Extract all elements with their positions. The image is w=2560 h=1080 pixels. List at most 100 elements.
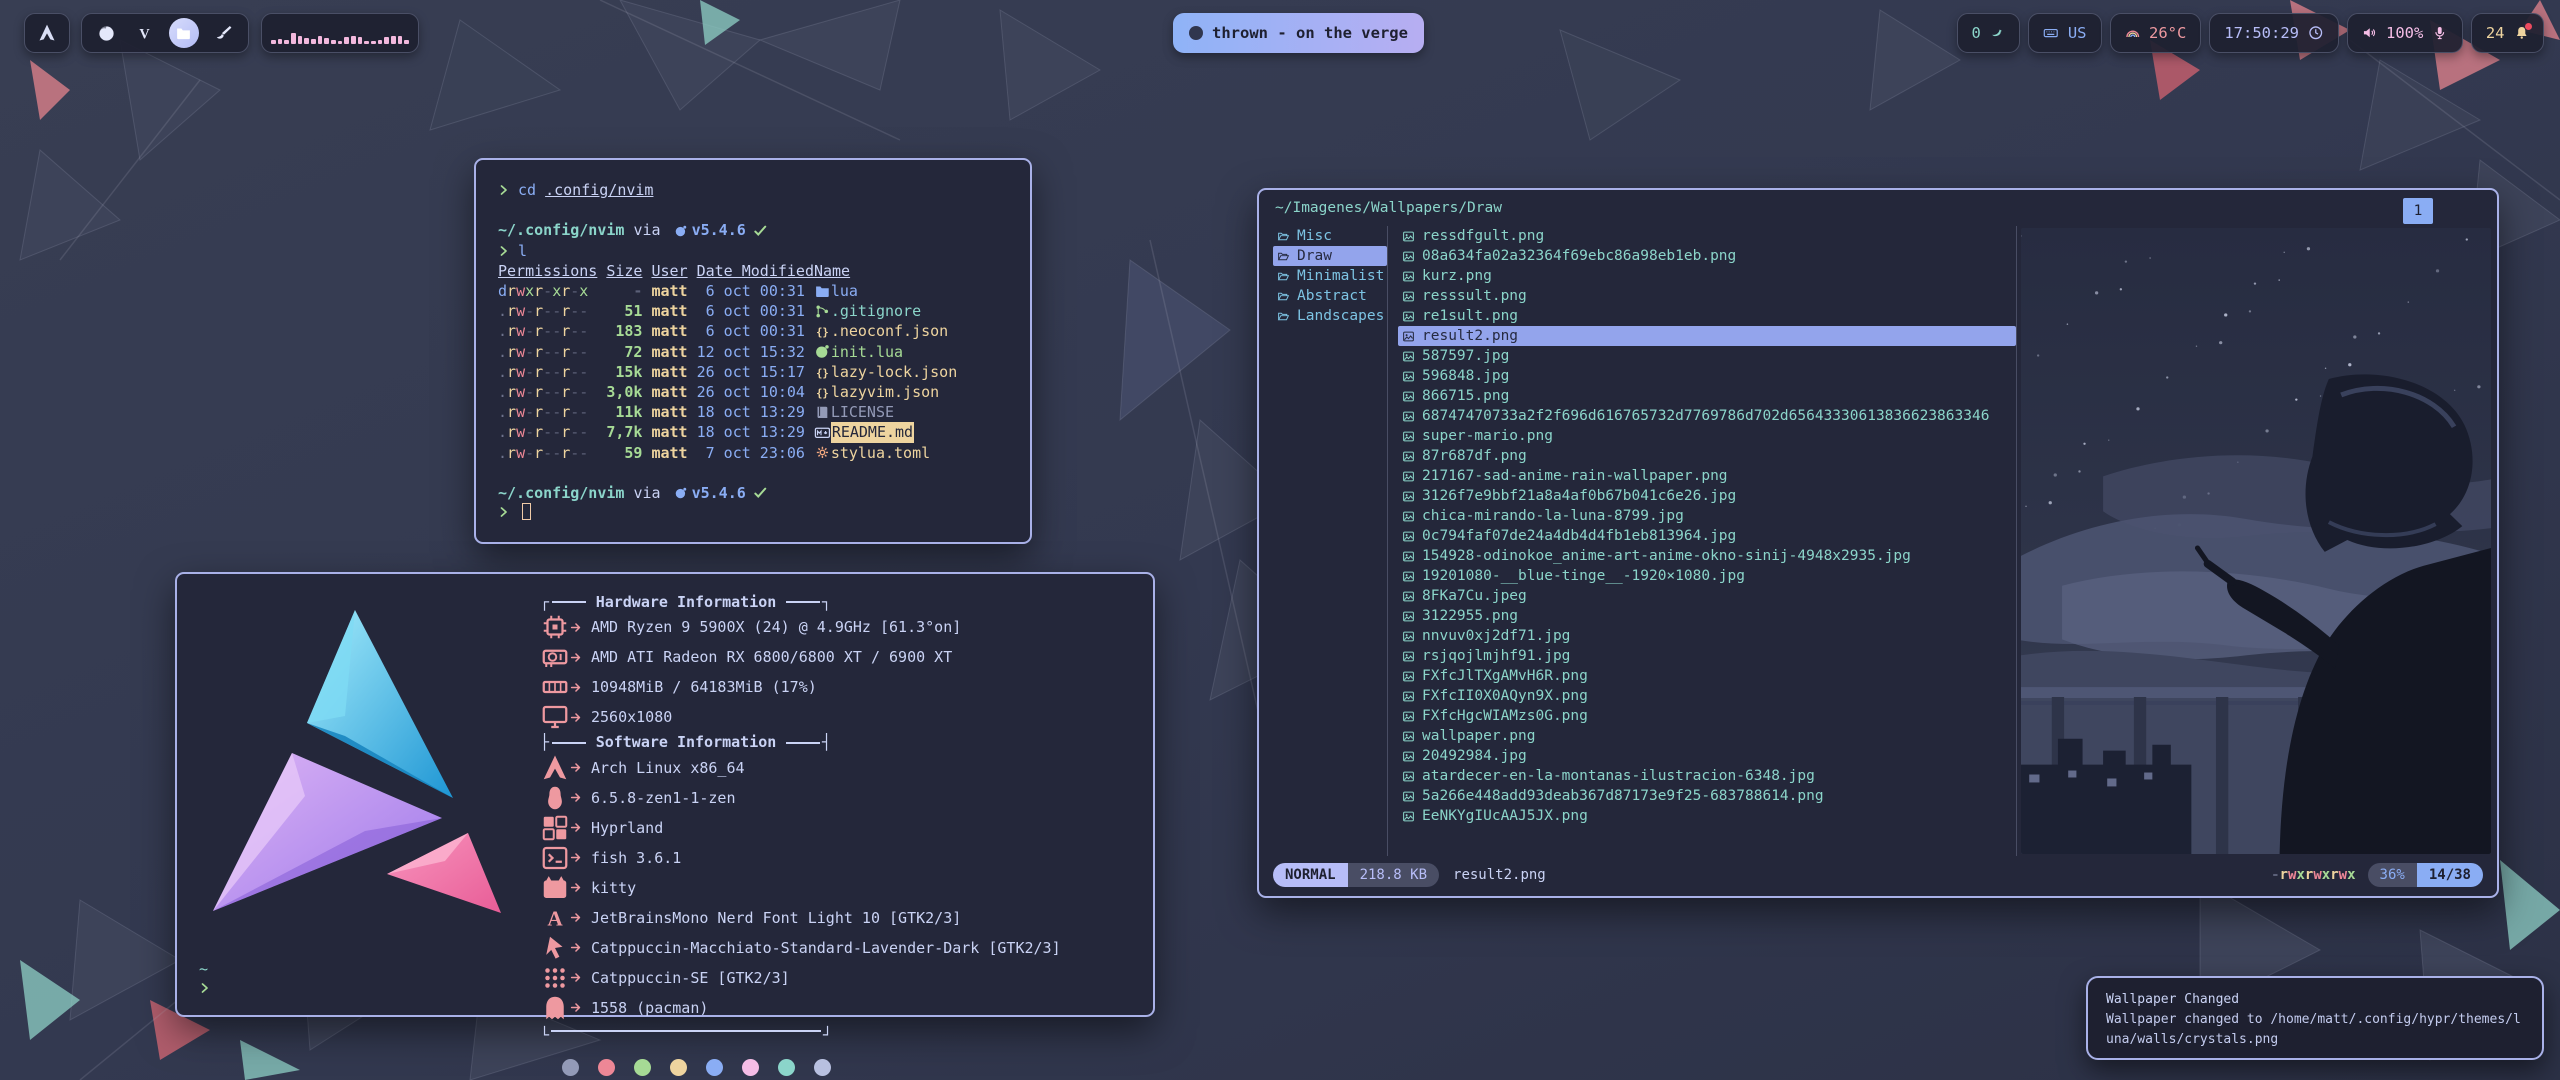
- file-row[interactable]: .rw-r--r--11kmatt18 oct 13:29LICENSE: [498, 402, 1008, 422]
- file-list-item[interactable]: rsjqojlmjhf91.jpg: [1398, 646, 2016, 666]
- visualizer-bar: [318, 36, 323, 44]
- fetch-info-row: 10948MiB / 64183MiB (17%): [540, 672, 1135, 702]
- palette-dot: [814, 1059, 831, 1076]
- file-list-item[interactable]: chica-mirando-la-luna-8799.jpg: [1398, 506, 2016, 526]
- file-list-item[interactable]: ressdfgult.png: [1398, 226, 2016, 246]
- file-list-item[interactable]: 866715.png: [1398, 386, 2016, 406]
- file-row[interactable]: drwxr-xr-x-matt 6 oct 00:31lua: [498, 281, 1008, 301]
- file-row[interactable]: .rw-r--r--51matt 6 oct 00:31.gitignore: [498, 301, 1008, 321]
- arrow-icon: [570, 1001, 583, 1014]
- image-file-icon: [1402, 570, 1415, 583]
- file-name: re1sult.png: [1422, 308, 1518, 324]
- active-window-title[interactable]: thrown - on the verge: [1173, 13, 1424, 53]
- file-list-item[interactable]: FXfcII0X0AQyn9X.png: [1398, 686, 2016, 706]
- lua-icon: [674, 224, 688, 238]
- file-list-item[interactable]: wallpaper.png: [1398, 726, 2016, 746]
- file-list-item[interactable]: resssult.png: [1398, 286, 2016, 306]
- clock-time: 17:50:29: [2224, 24, 2299, 42]
- fetch-info-row: AMD ATI Radeon RX 6800/6800 XT / 6900 XT: [540, 642, 1135, 672]
- file-row[interactable]: .rw-r--r--7,7kmatt18 oct 13:29README.md: [498, 422, 1008, 442]
- image-file-icon: [1402, 530, 1415, 543]
- folder-label: Minimalist: [1297, 268, 1384, 284]
- arrow-icon: [570, 851, 583, 864]
- file-list-item[interactable]: 0c794faf07de24a4db4d4fb1eb813964.jpg: [1398, 526, 2016, 546]
- file-list-item[interactable]: 20492984.jpg: [1398, 746, 2016, 766]
- app-launcher-button[interactable]: [24, 13, 70, 53]
- sidebar-folder-minimalist[interactable]: Minimalist: [1273, 266, 1387, 286]
- notification-toast[interactable]: Wallpaper Changed Wallpaper changed to /…: [2086, 976, 2544, 1060]
- file-list-item[interactable]: FXfcHgcWIAMzs0G.png: [1398, 706, 2016, 726]
- visualizer-bar: [291, 33, 296, 44]
- weather-widget[interactable]: 26°C: [2110, 13, 2202, 53]
- terminal-window[interactable]: cd .config/nvim ~/.config/nvim via v5.4.…: [474, 158, 1032, 544]
- terminal-color-palette: [562, 1059, 1135, 1076]
- file-list-item[interactable]: 587597.jpg: [1398, 346, 2016, 366]
- file-row[interactable]: .rw-r--r--3,0kmatt26 oct 10:04{}lazyvim.…: [498, 382, 1008, 402]
- visualizer-bar: [311, 39, 316, 44]
- file-list-item[interactable]: 87r687df.png: [1398, 446, 2016, 466]
- svg-text:A: A: [547, 906, 563, 930]
- folder-icon: [1277, 290, 1290, 303]
- image-file-icon: [1402, 610, 1415, 623]
- keyboard-layout-widget[interactable]: US: [2028, 13, 2101, 53]
- terminal-prompt[interactable]: [498, 503, 1008, 520]
- file-list-item[interactable]: 596848.jpg: [1398, 366, 2016, 386]
- file-manager-window[interactable]: ~/Imagenes/Wallpapers/Draw 1 MiscDrawMin…: [1257, 188, 2499, 898]
- sidebar-folder-misc[interactable]: Misc: [1273, 226, 1387, 246]
- file-list-item[interactable]: 154928-odinokoe_anime-art-anime-okno-sin…: [1398, 546, 2016, 566]
- svg-text:{}: {}: [816, 387, 829, 399]
- file-list-item[interactable]: 08a634fa02a32364f69ebc86a98eb1eb.png: [1398, 246, 2016, 266]
- file-list-item[interactable]: 19201080-__blue-tinge__-1920×1080.jpg: [1398, 566, 2016, 586]
- file-list-item[interactable]: atardecer-en-la-montanas-ilustracion-634…: [1398, 766, 2016, 786]
- file-name: 3126f7e9bbf21a8a4af0b67b041c6e26.jpg: [1422, 488, 1736, 504]
- dock-app-firefox[interactable]: [94, 20, 120, 46]
- prompt-path: ~: [199, 959, 211, 979]
- clock-widget[interactable]: 17:50:29: [2209, 13, 2338, 53]
- file-list-item[interactable]: EeNKYgIUcAAJ5JX.png: [1398, 806, 2016, 826]
- fetch-window[interactable]: ┌Hardware Information┐AMD Ryzen 9 5900X …: [175, 572, 1155, 1017]
- file-list-item[interactable]: 217167-sad-anime-rain-wallpaper.png: [1398, 466, 2016, 486]
- volume-widget[interactable]: 100%: [2347, 13, 2463, 53]
- folder-icon: [1277, 230, 1290, 243]
- fetch-shell-prompt[interactable]: ~: [199, 959, 211, 999]
- file-row[interactable]: .rw-r--r--183matt 6 oct 00:31{}.neoconf.…: [498, 321, 1008, 341]
- visualizer-bar: [298, 36, 303, 44]
- file-row[interactable]: .rw-r--r--72matt12 oct 15:32init.lua: [498, 342, 1008, 362]
- file-name: nnvuv0xj2df71.jpg: [1422, 628, 1570, 644]
- file-list-item[interactable]: FXfcJlTXgAMvH6R.png: [1398, 666, 2016, 686]
- file-list-item[interactable]: 5a266e448add93deab367d87173e9f25-6837886…: [1398, 786, 2016, 806]
- file-row[interactable]: .rw-r--r--59matt 7 oct 23:06stylua.toml: [498, 443, 1008, 463]
- file-name: ressdfgult.png: [1422, 228, 1544, 244]
- image-file-icon: [1402, 230, 1415, 243]
- dock-app-vim[interactable]: V: [131, 20, 157, 46]
- file-list-item[interactable]: 3126f7e9bbf21a8a4af0b67b041c6e26.jpg: [1398, 486, 2016, 506]
- image-file-icon: [1402, 430, 1415, 443]
- file-list-item[interactable]: 8FKa7Cu.jpeg: [1398, 586, 2016, 606]
- calendar-widget[interactable]: 24: [2471, 13, 2544, 53]
- file-list-item[interactable]: re1sult.png: [1398, 306, 2016, 326]
- scroll-percent: 36%: [2368, 863, 2417, 887]
- file-list-item[interactable]: result2.png: [1398, 326, 2016, 346]
- folder-icon: [1277, 250, 1290, 263]
- dock-app-folder[interactable]: [169, 18, 199, 48]
- file-list-item[interactable]: 3122955.png: [1398, 606, 2016, 626]
- fetch-info-row: Catppuccin-Macchiato-Standard-Lavender-D…: [540, 933, 1135, 963]
- fetch-info-row: AJetBrainsMono Nerd Font Light 10 [GTK2/…: [540, 903, 1135, 933]
- file-name: EeNKYgIUcAAJ5JX.png: [1422, 808, 1588, 824]
- file-name: FXfcHgcWIAMzs0G.png: [1422, 708, 1588, 724]
- sidebar-folder-draw[interactable]: Draw: [1273, 246, 1387, 266]
- file-list-item[interactable]: kurz.png: [1398, 266, 2016, 286]
- dock-app-brush[interactable]: [210, 20, 236, 46]
- file-name: FXfcJlTXgAMvH6R.png: [1422, 668, 1588, 684]
- sidebar-folder-abstract[interactable]: Abstract: [1273, 286, 1387, 306]
- folder-label: Abstract: [1297, 288, 1367, 304]
- file-row[interactable]: .rw-r--r--15kmatt26 oct 15:17{}lazy-lock…: [498, 362, 1008, 382]
- tab-badge[interactable]: 1: [2403, 198, 2433, 224]
- notification-dot: [2525, 23, 2532, 30]
- fetch-info-row: fish 3.6.1: [540, 843, 1135, 873]
- notifications-widget[interactable]: 0: [1957, 13, 2021, 53]
- file-list-item[interactable]: super-mario.png: [1398, 426, 2016, 446]
- file-list-item[interactable]: 68747470733a2f2f696d616765732d7769786d70…: [1398, 406, 2016, 426]
- file-list-item[interactable]: nnvuv0xj2df71.jpg: [1398, 626, 2016, 646]
- sidebar-folder-landscapes[interactable]: Landscapes: [1273, 306, 1387, 326]
